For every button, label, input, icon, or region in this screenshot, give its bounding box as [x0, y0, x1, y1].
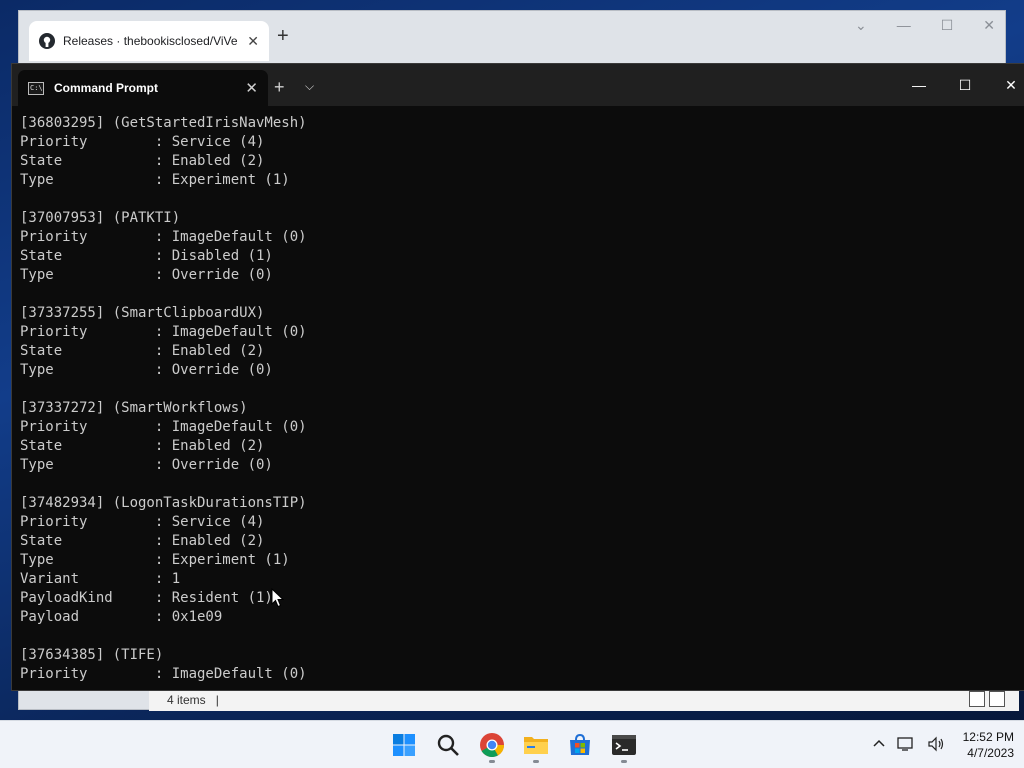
clock-date: 4/7/2023 — [967, 746, 1014, 760]
file-explorer-button[interactable] — [518, 727, 554, 763]
minimize-icon[interactable]: — — [897, 17, 911, 34]
chevron-up-icon[interactable] — [873, 737, 885, 753]
start-icon — [393, 734, 415, 756]
mouse-cursor-icon — [271, 588, 285, 608]
search-button[interactable] — [430, 727, 466, 763]
running-indicator — [621, 760, 627, 763]
file-explorer-icon — [524, 737, 548, 754]
terminal-line: State : Enabled (2) — [20, 438, 265, 454]
taskbar: 12:52 PM 4/7/2023 — [0, 720, 1024, 768]
new-tab-button[interactable]: + — [277, 25, 289, 48]
terminal-line: State : Enabled (2) — [20, 533, 265, 549]
close-tab-icon[interactable]: ✕ — [247, 33, 259, 50]
browser-tab-title: Releases · thebookisclosed/ViVe — [63, 34, 238, 48]
chrome-button[interactable] — [474, 727, 510, 763]
command-prompt-icon: C:\ — [28, 81, 44, 95]
maximize-icon[interactable]: ☐ — [941, 17, 954, 34]
terminal-window-controls: — ☐ ✕ — [896, 64, 1024, 106]
github-icon — [39, 33, 55, 49]
terminal-line: State : Enabled (2) — [20, 343, 265, 359]
status-separator: | — [215, 692, 219, 707]
browser-tabstrip: Releases · thebookisclosed/ViVe ✕ + ⌄ — … — [19, 11, 1005, 63]
terminal-line: [37634385] (TIFE) — [20, 647, 164, 663]
system-tray: 12:52 PM 4/7/2023 — [873, 721, 1014, 768]
terminal-line: Priority : ImageDefault (0) — [20, 324, 307, 340]
clock-time: 12:52 PM — [962, 730, 1014, 744]
chevron-down-icon[interactable]: ⌵ — [305, 80, 314, 92]
terminal-tab[interactable]: C:\ Command Prompt ✕ — [18, 70, 268, 106]
terminal-line: [37007953] (PATKTI) — [20, 210, 181, 226]
running-indicator — [533, 760, 539, 763]
clock[interactable]: 12:52 PM 4/7/2023 — [963, 729, 1014, 761]
terminal-titlebar: C:\ Command Prompt ✕ + ⌵ — ☐ ✕ — [12, 64, 1024, 106]
new-tab-button[interactable]: + — [274, 78, 285, 96]
browser-tab[interactable]: Releases · thebookisclosed/ViVe ✕ — [29, 21, 269, 61]
terminal-line: Payload : 0x1e09 — [20, 609, 223, 625]
terminal-output[interactable]: [36803295] (GetStartedIrisNavMesh) Priori… — [20, 114, 1024, 690]
command-prompt-window: C:\ Command Prompt ✕ + ⌵ — ☐ ✕ [36803295… — [11, 63, 1024, 691]
running-indicator — [489, 760, 495, 763]
close-icon[interactable]: ✕ — [983, 17, 995, 34]
view-toggle — [969, 691, 1005, 707]
terminal-tab-title: Command Prompt — [54, 81, 159, 95]
chevron-down-icon[interactable]: ⌄ — [855, 17, 867, 34]
terminal-line: Type : Experiment (1) — [20, 172, 290, 188]
terminal-line: [37482934] (LogonTaskDurationsTIP) — [20, 495, 307, 511]
terminal-line: Type : Override (0) — [20, 267, 273, 283]
details-view-icon[interactable] — [969, 691, 985, 707]
terminal-line: State : Enabled (2) — [20, 153, 265, 169]
terminal-line: Type : Experiment (1) — [20, 552, 290, 568]
chrome-icon — [480, 733, 504, 758]
terminal-button[interactable] — [606, 727, 642, 763]
close-tab-icon[interactable]: ✕ — [245, 79, 258, 97]
terminal-line: Type : Override (0) — [20, 362, 273, 378]
terminal-line: [37337255] (SmartClipboardUX) — [20, 305, 265, 321]
terminal-line: Priority : Service (4) — [20, 134, 265, 150]
terminal-line: Variant : 1 — [20, 571, 181, 587]
start-button[interactable] — [386, 727, 422, 763]
terminal-line: Priority : ImageDefault (0) — [20, 666, 307, 682]
volume-icon[interactable] — [927, 736, 945, 755]
terminal-icon — [612, 735, 636, 755]
close-icon[interactable]: ✕ — [988, 64, 1024, 106]
minimize-icon[interactable]: — — [896, 64, 942, 106]
terminal-line: [36803295] (GetStartedIrisNavMesh) — [20, 115, 307, 131]
tiles-view-icon[interactable] — [989, 691, 1005, 707]
terminal-line: State : Disabled (1) — [20, 248, 273, 264]
status-item-count: 4 items — [167, 692, 206, 707]
terminal-line: Type : Override (0) — [20, 457, 273, 473]
terminal-line: [37337272] (SmartWorkflows) — [20, 400, 248, 416]
terminal-line: PayloadKind : Resident (1) — [20, 590, 273, 606]
taskbar-apps — [386, 727, 642, 763]
search-icon — [437, 734, 459, 756]
browser-window-controls: ⌄ — ☐ ✕ — [855, 17, 995, 34]
terminal-line: Priority : ImageDefault (0) — [20, 229, 307, 245]
maximize-icon[interactable]: ☐ — [942, 64, 988, 106]
network-icon[interactable] — [896, 736, 915, 755]
microsoft-store-icon — [570, 733, 590, 755]
terminal-line: Priority : Service (4) — [20, 514, 265, 530]
microsoft-store-button[interactable] — [562, 727, 598, 763]
terminal-line: Priority : ImageDefault (0) — [20, 419, 307, 435]
